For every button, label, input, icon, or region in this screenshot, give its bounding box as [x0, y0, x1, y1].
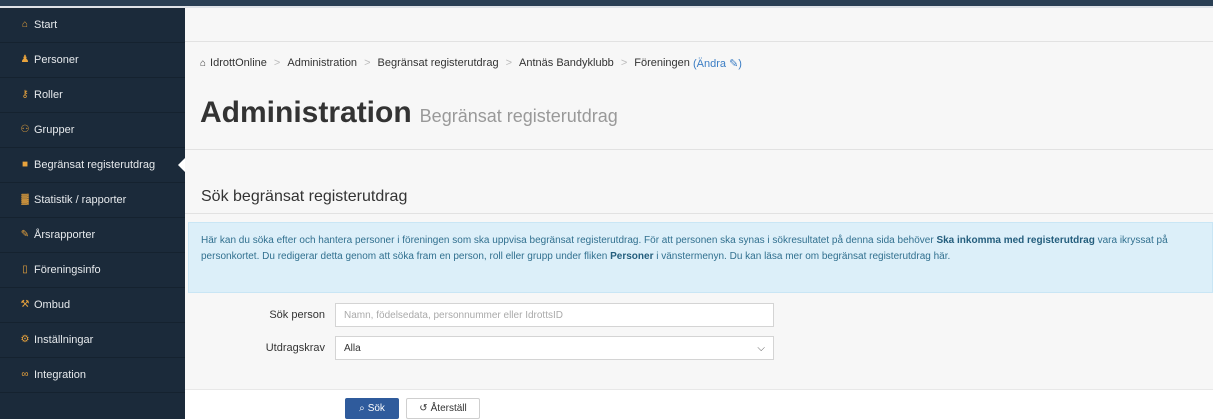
sidebar-item-label: Grupper	[34, 124, 75, 136]
sidebar-item-label: Begränsat registerutdrag	[34, 159, 156, 171]
search-button[interactable]: ⌕ Sök	[345, 398, 399, 419]
sidebar-item-label: Roller	[34, 89, 63, 101]
breadcrumb-separator: >	[505, 57, 513, 69]
divider	[185, 149, 1213, 150]
change-link-label: Ändra	[696, 57, 726, 70]
sidebar-item-4[interactable]: ■ Begränsat registerutdrag	[0, 148, 185, 182]
document-icon: ▯	[22, 264, 28, 275]
breadcrumb-separator: >	[273, 57, 281, 69]
page-title-main: Administration	[200, 96, 412, 129]
info-bold-1: Ska inkomma med registerutdrag	[936, 235, 1095, 246]
clipboard-icon: ■	[21, 159, 29, 170]
sidebar-item-label: Årsrapporter	[34, 229, 96, 241]
sidebar-item-label: Ombud	[34, 299, 71, 311]
reset-button[interactable]: ↺ Återställ	[406, 398, 480, 419]
gavel-icon: ⚒	[20, 299, 30, 310]
group-icon: ⚇	[20, 124, 30, 135]
sidebar-item-9[interactable]: ⚙ Inställningar	[0, 323, 185, 357]
section-title: Sök begränsat registerutdrag	[201, 188, 408, 205]
breadcrumb-item-administration[interactable]: Administration	[287, 57, 357, 69]
home-icon: ⌂	[21, 19, 29, 30]
search-person-label: Sök person	[269, 309, 325, 321]
breadcrumb-item-idrottonline[interactable]: IdrottOnline	[210, 57, 267, 69]
sidebar-separator	[0, 392, 185, 393]
sidebar-item-label: Start	[34, 19, 58, 31]
pencil-icon: ✎	[20, 229, 30, 240]
reset-button-label: Återställ	[430, 403, 467, 414]
change-link[interactable]: (Ändra ✎)	[690, 57, 742, 70]
search-icon: ⌕	[359, 403, 365, 414]
gear-icon: ⚙	[20, 334, 30, 345]
link-icon: ∞	[21, 369, 29, 380]
sidebar-item-6[interactable]: ✎ Årsrapporter	[0, 218, 185, 252]
page-title-subtitle: Begränsat registerutdrag	[419, 106, 618, 126]
sidebar-item-0[interactable]: ⌂ Start	[0, 8, 185, 42]
search-person-row: Sök person Namn, födelsedata, personnumm…	[185, 303, 774, 327]
chevron-down-icon: ⌵	[757, 342, 765, 354]
key-icon: ⚷	[21, 89, 29, 100]
page-title: Administration Begränsat registerutdrag	[200, 96, 618, 130]
sidebar-item-10[interactable]: ∞ Integration	[0, 358, 185, 392]
sidebar-item-label: Personer	[34, 54, 79, 66]
sidebar-item-2[interactable]: ⚷ Roller	[0, 78, 185, 112]
sidebar-item-7[interactable]: ▯ Föreningsinfo	[0, 253, 185, 287]
sidebar-item-label: Integration	[34, 369, 86, 381]
requirement-select[interactable]: Alla ⌵	[335, 336, 774, 360]
sidebar-item-3[interactable]: ⚇ Grupper	[0, 113, 185, 147]
sidebar-item-label: Inställningar	[34, 334, 94, 346]
sidebar-item-1[interactable]: ♟ Personer	[0, 43, 185, 77]
divider	[185, 213, 1213, 214]
form-actions	[185, 389, 1213, 419]
search-person-input[interactable]: Namn, födelsedata, personnummer eller Id…	[335, 303, 774, 327]
top-bar	[0, 0, 1213, 8]
main-content: ⌂ IdrottOnline > Administration > Begrän…	[185, 8, 1213, 419]
sidebar-item-label: Statistik / rapporter	[34, 194, 127, 206]
requirement-row: Utdragskrav Alla ⌵	[185, 336, 774, 360]
home-icon: ⌂	[200, 57, 207, 69]
info-text-1: Här kan du söka efter och hantera person…	[201, 235, 937, 246]
sidebar-item-5[interactable]: ▓ Statistik / rapporter	[0, 183, 185, 217]
sidebar-item-label: Föreningsinfo	[34, 264, 101, 276]
sidebar-item-8[interactable]: ⚒ Ombud	[0, 288, 185, 322]
info-box: Här kan du söka efter och hantera person…	[188, 222, 1213, 293]
breadcrumb: ⌂ IdrottOnline > Administration > Begrän…	[200, 55, 742, 71]
divider	[185, 41, 1213, 42]
info-text-3: i vänstermenyn. Du kan läsa mer om begrä…	[653, 251, 951, 262]
search-button-label: Sök	[367, 403, 385, 414]
breadcrumb-item-club[interactable]: Antnäs Bandyklubb	[519, 57, 614, 69]
breadcrumb-item-registerutdrag[interactable]: Begränsat registerutdrag	[378, 57, 499, 69]
user-icon: ♟	[20, 54, 30, 65]
requirement-select-value: Alla	[344, 342, 361, 354]
breadcrumb-separator: >	[620, 57, 628, 69]
breadcrumb-item-foreningen: Föreningen	[634, 57, 690, 69]
undo-icon: ↺	[419, 403, 428, 414]
sidebar: ⌂ Start ♟ Personer ⚷ Roller ⚇ Grupper ■ Begränsat…	[0, 8, 185, 419]
info-bold-2: Personer	[610, 251, 654, 262]
breadcrumb-separator: >	[364, 57, 371, 69]
edit-icon: ✎	[729, 57, 739, 70]
requirement-label: Utdragskrav	[265, 342, 325, 354]
bar-chart-icon: ▓	[21, 194, 29, 205]
